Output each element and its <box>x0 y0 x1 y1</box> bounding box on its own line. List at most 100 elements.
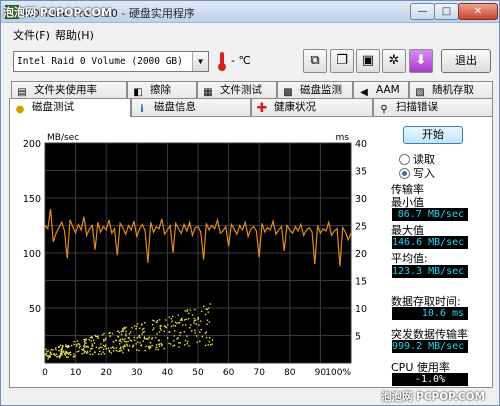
write-radio[interactable]: 写入 <box>399 165 435 181</box>
access-time-point <box>125 330 127 333</box>
access-time-point <box>143 330 146 333</box>
tab-erase[interactable]: ◧ 擦除 <box>127 81 197 99</box>
maximize-button[interactable]: □ <box>434 3 459 20</box>
access-time-point <box>108 351 111 353</box>
access-time-point <box>184 339 187 342</box>
title-bar[interactable]: HD Tune Pro 3.50 - 硬盘实用程序 泡泡网 PCPOP.COM … <box>1 1 499 23</box>
access-time-point <box>102 344 105 347</box>
tab-disk-info[interactable]: i 磁盘信息 <box>131 98 251 116</box>
access-time-point <box>50 348 53 351</box>
access-time-point <box>124 327 126 330</box>
access-time-point <box>135 349 138 351</box>
x-tick-label: 10 <box>70 368 82 378</box>
drive-select[interactable]: Intel Raid 0 Volume (2000 GB) ▼ <box>13 51 209 72</box>
tab-benchmark[interactable]: ● 磁盘测试 <box>9 98 131 117</box>
access-time-point <box>91 343 93 345</box>
drive-select-value: Intel Raid 0 Volume (2000 GB) <box>17 56 183 67</box>
radio-read-indicator[interactable] <box>399 154 410 165</box>
copy-text-button[interactable]: ❐ <box>330 49 354 73</box>
access-time-point <box>166 337 169 339</box>
access-time-point <box>143 327 145 330</box>
access-time-point <box>103 353 105 355</box>
close-button[interactable]: ✕ <box>458 3 498 20</box>
access-time-point <box>145 338 148 340</box>
access-time-point <box>144 321 146 324</box>
access-time-point <box>151 344 153 347</box>
access-time-point <box>200 328 203 331</box>
access-time-point <box>73 340 76 343</box>
tab-disk-monitor[interactable]: ▩ 磁盘监测 <box>277 81 353 99</box>
access-time-point <box>78 343 81 346</box>
access-time-point <box>103 348 105 351</box>
access-time-point <box>49 354 51 356</box>
exit-button[interactable]: 退出 <box>441 49 491 73</box>
tab-error-scan[interactable]: ⚲ 扫描错误 <box>373 98 493 116</box>
access-time-point <box>99 346 101 348</box>
access-time-value: 10.6 ms <box>392 307 468 320</box>
access-time-point <box>199 320 202 322</box>
access-time-point <box>186 335 188 337</box>
access-time-point <box>77 342 80 345</box>
x-tick-label: 60 <box>223 368 235 378</box>
access-time-point <box>136 323 139 325</box>
access-time-point <box>199 331 201 333</box>
access-time-point <box>109 335 111 337</box>
write-label: 写入 <box>413 167 435 180</box>
access-time-point <box>92 353 94 356</box>
access-time-point <box>149 341 152 344</box>
access-time-point <box>157 348 160 351</box>
access-time-point <box>155 348 157 351</box>
copy-button[interactable]: ⧉ <box>303 49 327 73</box>
access-time-point <box>85 352 88 354</box>
menu-bar: 文件(F) 帮助(H) <box>1 23 499 45</box>
access-time-point <box>160 329 162 331</box>
tab-folder-usage[interactable]: ▤ 文件夹使用率 <box>11 81 127 99</box>
menu-help[interactable]: 帮助(H) <box>55 27 94 43</box>
tab-random-access[interactable]: ▧ 随机存取 <box>409 81 493 99</box>
access-time-point <box>193 322 195 324</box>
access-time-point <box>208 341 211 343</box>
tab-aam[interactable]: ◀ AAM <box>353 81 409 99</box>
access-time-point <box>125 341 127 343</box>
access-time-point <box>151 323 154 326</box>
options-button[interactable]: ✲ <box>382 49 406 73</box>
download-button[interactable]: ⬇ <box>409 49 433 73</box>
access-time-point <box>120 349 123 352</box>
access-time-point <box>105 344 107 347</box>
access-time-point <box>128 332 131 335</box>
access-time-point <box>120 333 123 336</box>
access-time-point <box>173 344 176 346</box>
access-time-point <box>58 349 60 352</box>
access-time-point <box>177 314 179 316</box>
access-time-point <box>211 343 213 345</box>
chevron-down-icon[interactable]: ▼ <box>192 52 208 71</box>
minimize-button[interactable]: — <box>410 3 435 20</box>
access-time-point <box>171 320 173 323</box>
access-time-point <box>205 308 207 311</box>
access-time-point <box>55 347 57 349</box>
radio-write-indicator[interactable] <box>399 168 410 179</box>
access-time-point <box>83 340 86 343</box>
access-time-point <box>188 345 190 347</box>
right-tick-label: 5 <box>355 332 361 343</box>
start-button[interactable]: 开始 <box>403 126 463 144</box>
app-window: HD Tune Pro 3.50 - 硬盘实用程序 泡泡网 PCPOP.COM … <box>0 0 500 406</box>
access-time-point <box>56 356 58 358</box>
tab-label: 文件夹使用率 <box>34 84 97 96</box>
access-time-point <box>77 350 80 352</box>
access-time-point <box>172 340 175 342</box>
tab-health[interactable]: ✚ 健康状况 <box>251 98 373 116</box>
menu-file[interactable]: 文件(F) <box>13 27 50 43</box>
right-tick-label: 35 <box>355 167 367 178</box>
access-time-point <box>47 358 49 360</box>
access-time-point <box>68 345 70 348</box>
access-time-point <box>138 334 141 336</box>
access-time-point <box>68 352 70 355</box>
benchmark-icon: ● <box>15 104 25 115</box>
access-time-point <box>118 340 121 342</box>
access-time-point <box>61 354 63 356</box>
save-button[interactable]: ▣ <box>356 49 380 73</box>
access-time-point <box>99 350 101 353</box>
access-time-point <box>104 346 106 348</box>
tab-file-test[interactable]: ▦ 文件测试 <box>197 81 277 99</box>
